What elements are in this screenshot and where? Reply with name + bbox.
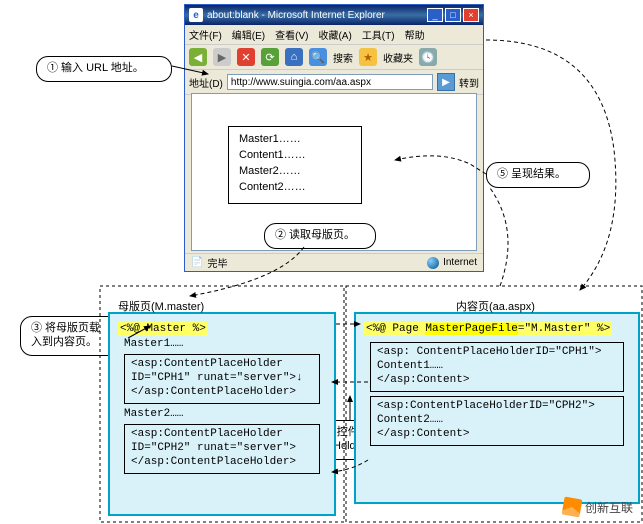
- content-panel-title: 内容页(aa.aspx): [456, 298, 535, 314]
- master-line-1: Master1……: [124, 338, 320, 350]
- content-block-2: <asp:ContentPlaceHolderID="CPH2"> Conten…: [370, 396, 624, 446]
- go-button[interactable]: ▶: [437, 73, 455, 91]
- address-input[interactable]: [227, 74, 433, 90]
- rendered-page-box: Master1…… Content1…… Master2…… Content2……: [228, 126, 362, 204]
- master-ph2-l3: </asp:ContentPlaceHolder>: [131, 455, 313, 469]
- menu-fav[interactable]: 收藏(A): [318, 27, 351, 42]
- callout-step-1: ① 输入 URL 地址。: [36, 56, 172, 82]
- maximize-button[interactable]: □: [445, 8, 461, 22]
- menu-view[interactable]: 查看(V): [275, 27, 308, 42]
- home-icon[interactable]: ⌂: [285, 48, 303, 66]
- master-line-2: Master2……: [124, 408, 320, 420]
- master-ph2-l2: ID="CPH2" runat="server">: [131, 441, 313, 455]
- master-ph1-l3: </asp:ContentPlaceHolder>: [131, 385, 313, 399]
- content-directive-post: ="M.Master" %>: [518, 323, 610, 335]
- toolbar-fav-label: 收藏夹: [383, 50, 413, 65]
- status-done-icon: 📄: [191, 257, 203, 268]
- window-buttons: _ □ ×: [427, 8, 479, 22]
- content1-l2: Content1……: [377, 359, 617, 373]
- callout-2-text: ② 读取母版页。: [275, 229, 355, 241]
- content-directive-attr: MasterPageFile: [425, 323, 517, 335]
- menu-file[interactable]: 文件(F): [189, 27, 222, 42]
- ie-addressbar: 地址(D) ▶ 转到: [185, 70, 483, 95]
- forward-icon[interactable]: ▶: [213, 48, 231, 66]
- ie-menubar: 文件(F) 编辑(E) 查看(V) 收藏(A) 工具(T) 帮助: [185, 25, 483, 45]
- content2-l1: <asp:ContentPlaceHolderID="CPH2">: [377, 399, 617, 413]
- page-line-3: Master2……: [239, 163, 351, 179]
- callout-1-text: ① 输入 URL 地址。: [47, 62, 144, 74]
- master-ph1-l1: <asp:ContentPlaceHolder: [131, 357, 313, 371]
- master-ph2-l1: <asp:ContentPlaceHolder: [131, 427, 313, 441]
- master-panel-title: 母版页(M.master): [118, 298, 204, 314]
- master-ph1-l2: ID="CPH1" runat="server">↓: [131, 371, 313, 385]
- address-label: 地址(D): [189, 75, 223, 90]
- ie-titlebar: e about:blank - Microsoft Internet Explo…: [185, 5, 483, 25]
- refresh-icon[interactable]: ⟳: [261, 48, 279, 66]
- callout-step-5: ⑤ 呈现结果。: [486, 162, 590, 188]
- back-icon[interactable]: ◀: [189, 48, 207, 66]
- status-zone: Internet: [443, 257, 477, 268]
- ie-logo-icon: e: [189, 8, 203, 22]
- internet-zone-icon: [427, 257, 439, 269]
- master-directive: <%@ Master %>: [118, 322, 208, 336]
- callout-5-text: ⑤ 呈现结果。: [497, 168, 566, 180]
- search-icon[interactable]: 🔍: [309, 48, 327, 66]
- content2-l3: </asp:Content>: [377, 427, 617, 441]
- watermark-logo-icon: [562, 497, 583, 518]
- page-line-4: Content2……: [239, 179, 351, 195]
- watermark-text: 创新互联: [585, 499, 633, 516]
- content1-l1: <asp: ContentPlaceHolderID="CPH1">: [377, 345, 617, 359]
- history-icon[interactable]: 🕓: [419, 48, 437, 66]
- menu-help[interactable]: 帮助: [405, 27, 425, 42]
- menu-edit[interactable]: 编辑(E): [232, 27, 265, 42]
- callout-3-text-a: ③ 将母版页载: [31, 321, 119, 335]
- content1-l3: </asp:Content>: [377, 373, 617, 387]
- page-line-2: Content1……: [239, 147, 351, 163]
- close-button[interactable]: ×: [463, 8, 479, 22]
- content-page-panel: 内容页(aa.aspx) <%@ Page MasterPageFile="M.…: [354, 312, 640, 504]
- page-line-1: Master1……: [239, 131, 351, 147]
- content-directive-pre: <%@ Page: [366, 323, 425, 335]
- go-label: 转到: [459, 75, 479, 90]
- callout-3-text-b: 入到内容页。: [31, 335, 119, 349]
- stop-icon[interactable]: ✕: [237, 48, 255, 66]
- watermark: 创新互联: [563, 498, 633, 516]
- content-directive: <%@ Page MasterPageFile="M.Master" %>: [364, 322, 612, 336]
- menu-tools[interactable]: 工具(T): [362, 27, 395, 42]
- master-placeholder-2: <asp:ContentPlaceHolder ID="CPH2" runat=…: [124, 424, 320, 474]
- callout-step-2: ② 读取母版页。: [264, 223, 376, 249]
- master-placeholder-1: <asp:ContentPlaceHolder ID="CPH1" runat=…: [124, 354, 320, 404]
- favorites-icon[interactable]: ★: [359, 48, 377, 66]
- toolbar-search-label: 搜索: [333, 50, 353, 65]
- content2-l2: Content2……: [377, 413, 617, 427]
- minimize-button[interactable]: _: [427, 8, 443, 22]
- content-block-1: <asp: ContentPlaceHolderID="CPH1"> Conte…: [370, 342, 624, 392]
- master-page-panel: 母版页(M.master) <%@ Master %> Master1…… <a…: [108, 312, 336, 516]
- window-title: about:blank - Microsoft Internet Explore…: [207, 10, 385, 21]
- ie-statusbar: 📄 完毕 Internet: [185, 253, 483, 271]
- status-done: 完毕: [207, 255, 227, 270]
- ie-toolbar: ◀ ▶ ✕ ⟳ ⌂ 🔍 搜索 ★ 收藏夹 🕓: [185, 45, 483, 70]
